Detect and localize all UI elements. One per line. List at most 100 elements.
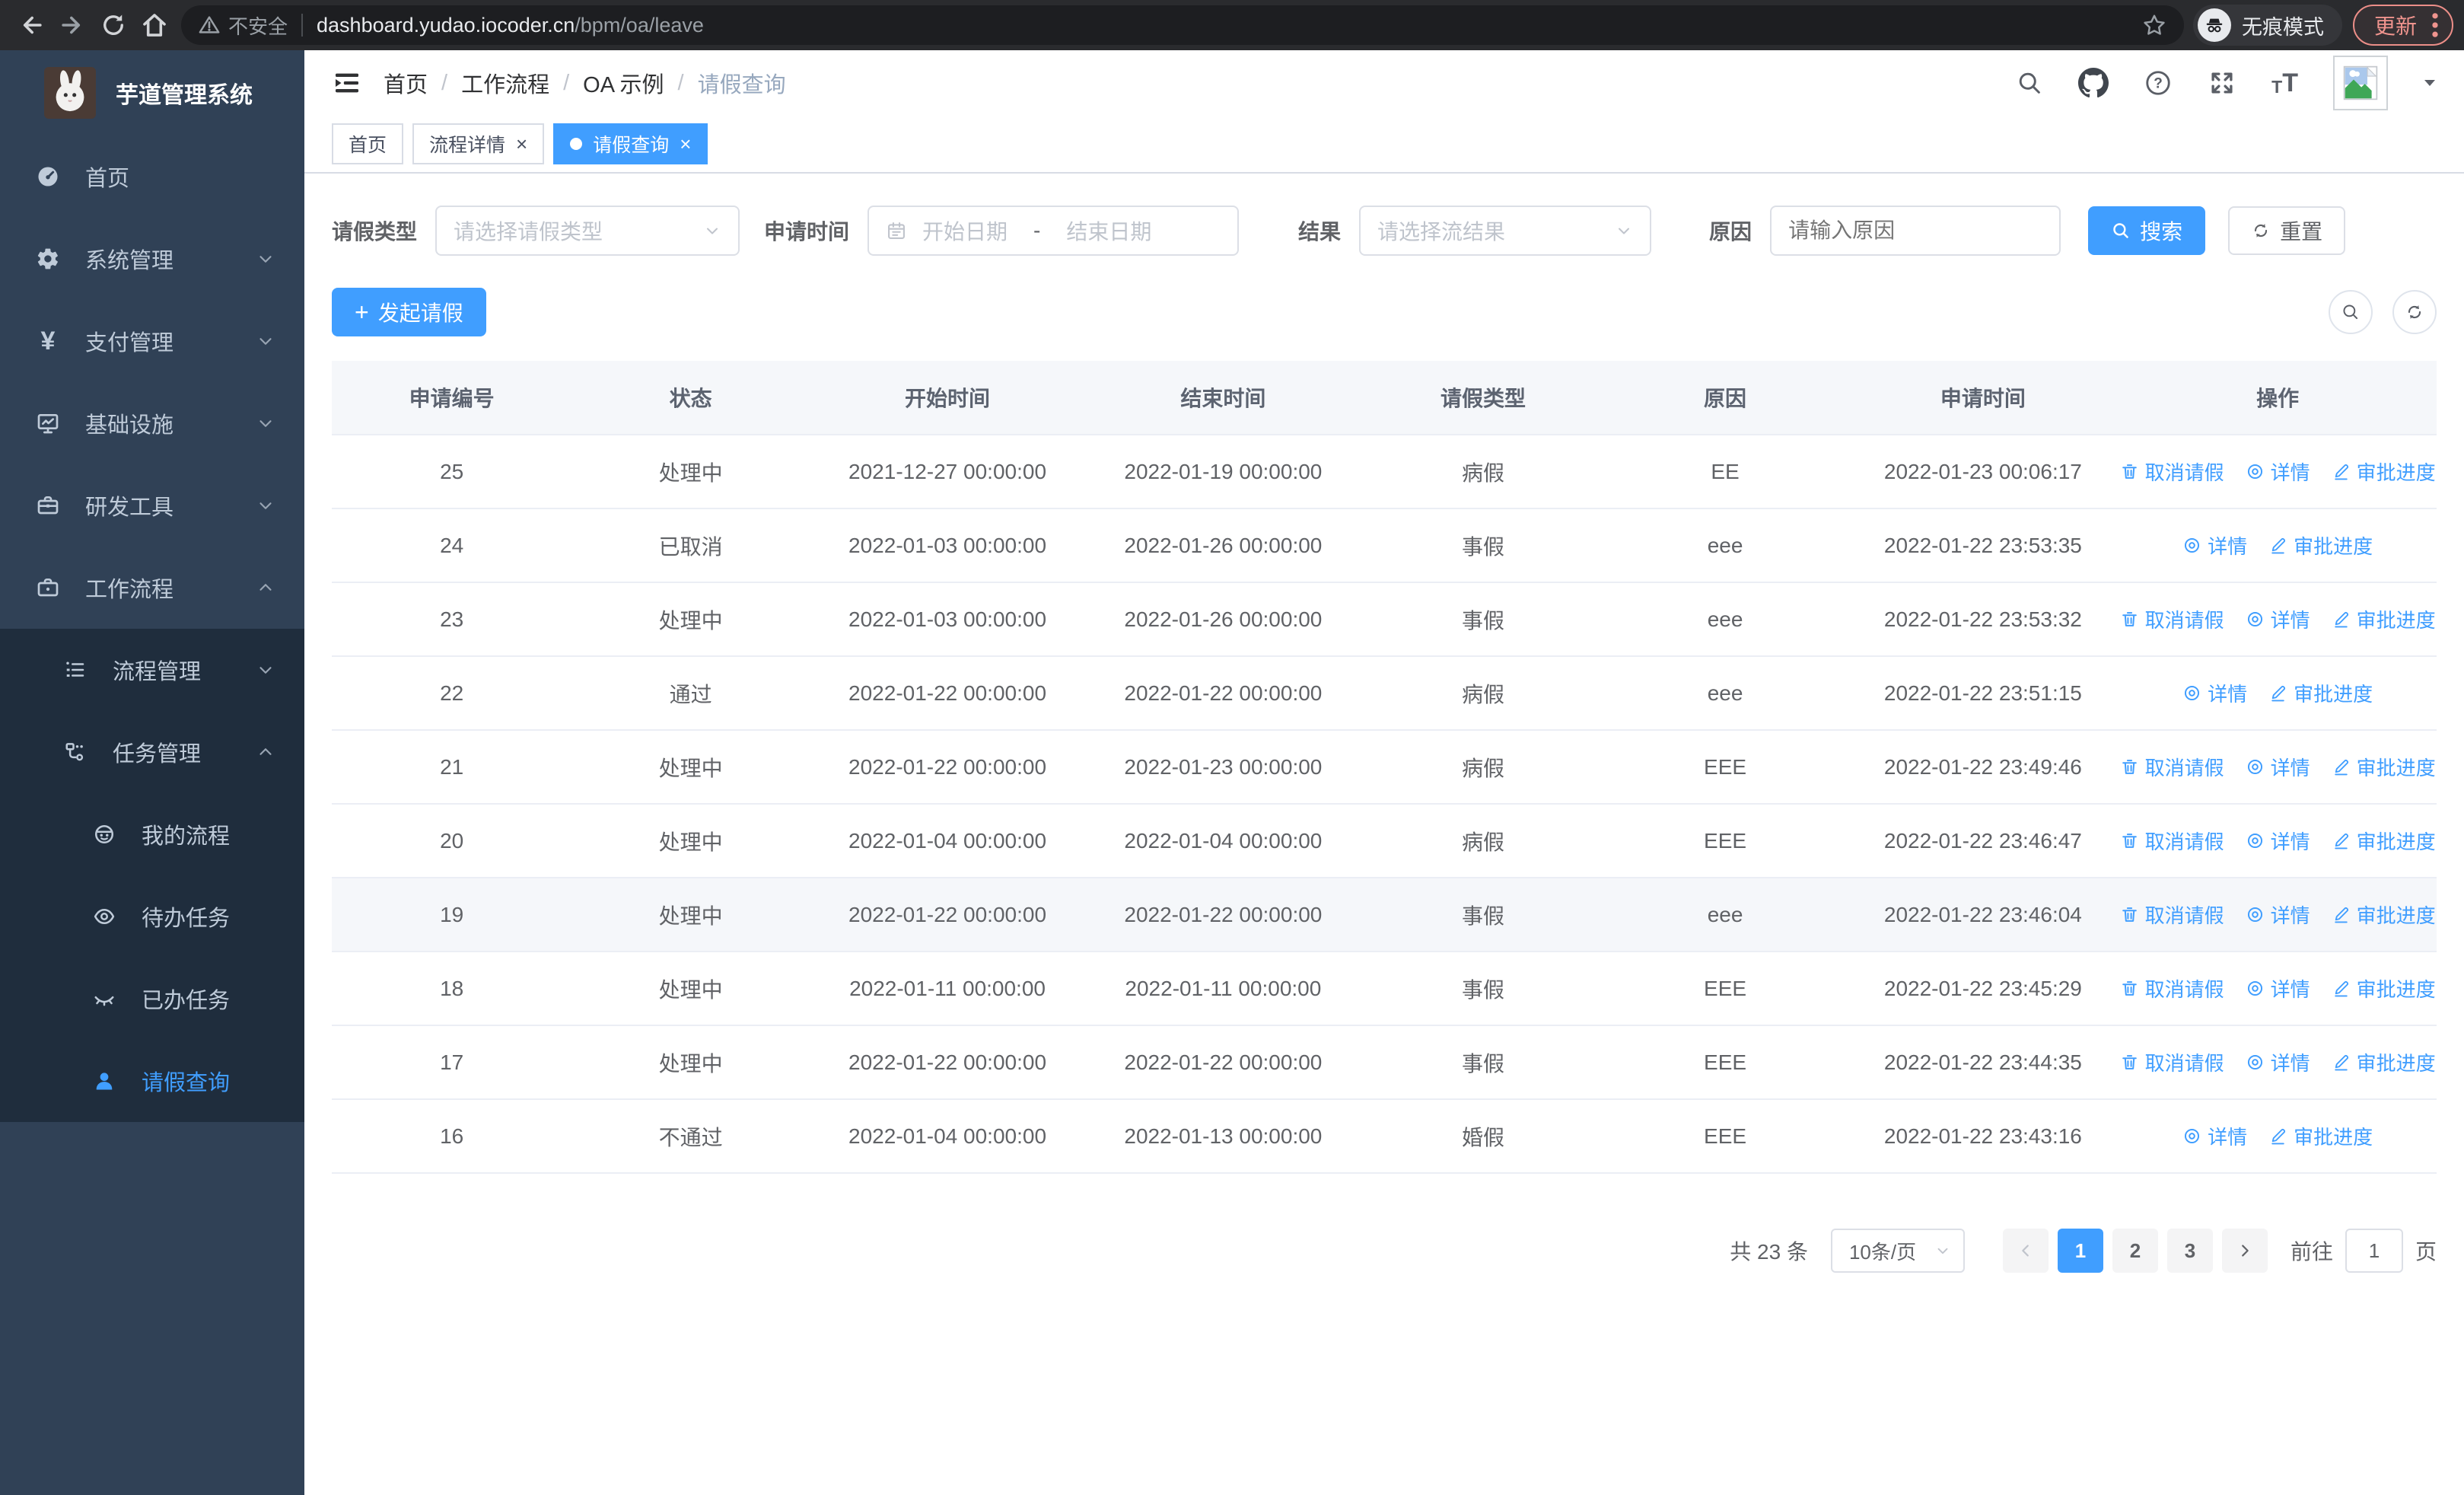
goto-page-input[interactable] xyxy=(2345,1229,2403,1273)
approval-progress-link[interactable]: 审批进度 xyxy=(2268,1122,2373,1150)
approval-progress-link[interactable]: 审批进度 xyxy=(2332,753,2436,781)
table-search-toggle-button[interactable] xyxy=(2329,290,2373,334)
detail-link[interactable]: 详情 xyxy=(2246,974,2310,1003)
approval-progress-link[interactable]: 审批进度 xyxy=(2332,974,2436,1003)
prev-page-button[interactable] xyxy=(2002,1229,2049,1273)
approval-progress-link[interactable]: 审批进度 xyxy=(2332,827,2436,855)
table-row[interactable]: 21 处理中 2022-01-22 00:00:00 2022-01-23 00… xyxy=(332,729,2437,803)
detail-link[interactable]: 详情 xyxy=(2182,1122,2247,1150)
table-row[interactable]: 16 不通过 2022-01-04 00:00:00 2022-01-13 00… xyxy=(332,1098,2437,1172)
sidebar-item-devtools[interactable]: 研发工具 xyxy=(0,464,304,547)
approval-progress-link[interactable]: 审批进度 xyxy=(2332,1048,2436,1076)
tab-leave-query[interactable]: 请假查询 × xyxy=(553,123,708,164)
breadcrumb-item[interactable]: 首页 xyxy=(384,67,428,99)
breadcrumb-item[interactable]: 工作流程 xyxy=(461,67,549,99)
detail-link[interactable]: 详情 xyxy=(2246,605,2310,633)
detail-link[interactable]: 详情 xyxy=(2246,901,2310,929)
tab-home[interactable]: 首页 xyxy=(332,123,404,164)
sidebar-item-workflow[interactable]: 工作流程 xyxy=(0,547,304,629)
next-page-button[interactable] xyxy=(2221,1229,2268,1273)
cell-start-time: 2022-01-11 00:00:00 xyxy=(849,976,1046,1000)
end-date-placeholder: 结束日期 xyxy=(1066,220,1152,244)
github-button[interactable] xyxy=(2078,68,2109,98)
sidebar-item-done-tasks[interactable]: 已办任务 xyxy=(0,958,304,1040)
detail-link[interactable]: 详情 xyxy=(2246,753,2310,781)
workflow-submenu: 流程管理 任务管理 我的流程 待办任务 已办任务 请假查询 xyxy=(0,629,304,1122)
result-select[interactable]: 请选择流结果 xyxy=(1359,206,1652,256)
detail-link[interactable]: 详情 xyxy=(2246,827,2310,855)
address-bar[interactable]: 不安全 dashboard.yudao.iocoder.cn/bpm/oa/le… xyxy=(181,5,2184,45)
bookmark-star-button[interactable] xyxy=(2141,12,2167,38)
fullscreen-button[interactable] xyxy=(2208,69,2236,97)
chevron-down-icon xyxy=(1615,222,1633,240)
filter-form: 请假类型 请选择请假类型 申请时间 开始日期 - 结束日期 结果 请选择流结果 … xyxy=(332,206,2437,256)
detail-link[interactable]: 详情 xyxy=(2182,679,2247,707)
cancel-leave-link[interactable]: 取消请假 xyxy=(2120,457,2224,486)
view-icon xyxy=(2185,1128,2200,1144)
cancel-leave-link[interactable]: 取消请假 xyxy=(2120,753,2224,781)
cell-id: 16 xyxy=(440,1124,464,1148)
action-label: 详情 xyxy=(2270,461,2310,484)
table-row[interactable]: 23 处理中 2022-01-03 00:00:00 2022-01-26 00… xyxy=(332,582,2437,655)
tab-process-detail[interactable]: 流程详情 × xyxy=(412,123,545,164)
sidebar-item-my-process[interactable]: 我的流程 xyxy=(0,793,304,875)
help-button[interactable]: ? xyxy=(2144,69,2173,97)
breadcrumb-item[interactable]: OA 示例 xyxy=(583,67,664,99)
cancel-leave-link[interactable]: 取消请假 xyxy=(2120,827,2224,855)
approval-progress-link[interactable]: 审批进度 xyxy=(2268,531,2373,559)
sidebar-collapse-button[interactable] xyxy=(332,68,362,98)
browser-home-button[interactable] xyxy=(134,5,175,46)
approval-progress-link[interactable]: 审批进度 xyxy=(2332,901,2436,929)
cancel-leave-link[interactable]: 取消请假 xyxy=(2120,901,2224,929)
close-icon[interactable]: × xyxy=(680,134,691,154)
browser-update-button[interactable]: 更新 xyxy=(2352,5,2453,46)
reset-button[interactable]: 重置 xyxy=(2228,206,2346,255)
browser-forward-button[interactable] xyxy=(52,5,93,46)
table-row[interactable]: 20 处理中 2022-01-04 00:00:00 2022-01-04 00… xyxy=(332,803,2437,877)
sidebar-item-payment[interactable]: ¥ 支付管理 xyxy=(0,300,304,382)
chevron-down-icon xyxy=(703,222,721,240)
cancel-leave-link[interactable]: 取消请假 xyxy=(2120,1048,2224,1076)
create-leave-button[interactable]: + 发起请假 xyxy=(332,288,486,336)
security-status[interactable]: 不安全 xyxy=(198,11,288,40)
apply-time-range-picker[interactable]: 开始日期 - 结束日期 xyxy=(867,206,1240,256)
browser-back-button[interactable] xyxy=(11,5,52,46)
table-row[interactable]: 25 处理中 2021-12-27 00:00:00 2022-01-19 00… xyxy=(332,434,2437,508)
sidebar-item-home[interactable]: 首页 xyxy=(0,135,304,218)
table-row[interactable]: 18 处理中 2022-01-11 00:00:00 2022-01-11 00… xyxy=(332,951,2437,1025)
detail-link[interactable]: 详情 xyxy=(2246,1048,2310,1076)
cancel-leave-link[interactable]: 取消请假 xyxy=(2120,605,2224,633)
close-icon[interactable]: × xyxy=(516,134,527,154)
table-row[interactable]: 17 处理中 2022-01-22 00:00:00 2022-01-22 00… xyxy=(332,1025,2437,1098)
leave-type-select[interactable]: 请选择请假类型 xyxy=(435,206,740,256)
page-number-button[interactable]: 1 xyxy=(2057,1229,2103,1273)
browser-reload-button[interactable] xyxy=(93,5,134,46)
table-refresh-button[interactable] xyxy=(2392,290,2437,334)
reason-input[interactable] xyxy=(1772,207,2060,254)
detail-link[interactable]: 详情 xyxy=(2246,457,2310,486)
cancel-leave-link[interactable]: 取消请假 xyxy=(2120,974,2224,1003)
sidebar-item-todo-tasks[interactable]: 待办任务 xyxy=(0,875,304,958)
sidebar-item-task-management[interactable]: 任务管理 xyxy=(0,711,304,793)
chevron-left-icon xyxy=(2022,1245,2029,1257)
approval-progress-link[interactable]: 审批进度 xyxy=(2332,457,2436,486)
sidebar-item-system[interactable]: 系统管理 xyxy=(0,218,304,300)
chevron-down-icon xyxy=(256,660,275,680)
avatar[interactable] xyxy=(2333,56,2388,110)
sidebar-item-process-management[interactable]: 流程管理 xyxy=(0,629,304,711)
page-size-select[interactable]: 10条/页 xyxy=(1830,1229,1965,1273)
table-row[interactable]: 24 已取消 2022-01-03 00:00:00 2022-01-26 00… xyxy=(332,508,2437,582)
page-number-button[interactable]: 3 xyxy=(2166,1229,2213,1273)
detail-link[interactable]: 详情 xyxy=(2182,531,2247,559)
font-size-button[interactable]: TT xyxy=(2271,70,2298,96)
page-number-button[interactable]: 2 xyxy=(2112,1229,2158,1273)
search-button[interactable] xyxy=(2016,69,2043,97)
sidebar-item-leave-query[interactable]: 请假查询 xyxy=(0,1040,304,1122)
sidebar-item-infrastructure[interactable]: 基础设施 xyxy=(0,382,304,464)
approval-progress-link[interactable]: 审批进度 xyxy=(2268,679,2373,707)
approval-progress-link[interactable]: 审批进度 xyxy=(2332,605,2436,633)
table-row[interactable]: 19 处理中 2022-01-22 00:00:00 2022-01-22 00… xyxy=(332,877,2437,951)
search-submit-button[interactable]: 搜索 xyxy=(2088,206,2206,255)
table-row[interactable]: 22 通过 2022-01-22 00:00:00 2022-01-22 00:… xyxy=(332,655,2437,729)
user-menu-caret[interactable] xyxy=(2423,78,2437,88)
